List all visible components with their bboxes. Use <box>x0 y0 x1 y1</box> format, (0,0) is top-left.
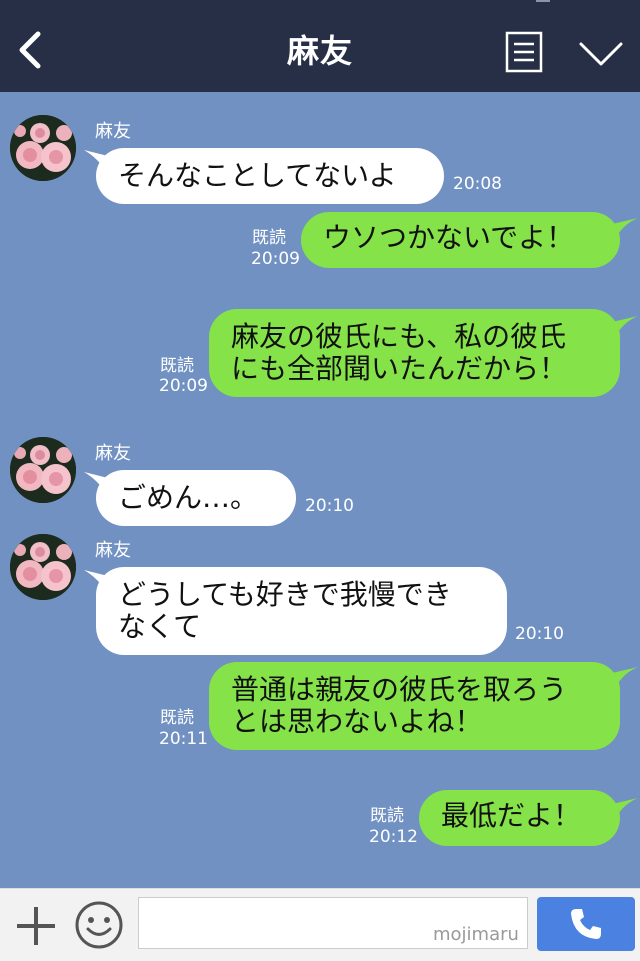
message-time: 20:12 <box>369 827 418 847</box>
message-line: 最低だよ！ <box>441 799 582 832</box>
message-time: 20:10 <box>515 624 564 644</box>
message-bubble[interactable]: ウソつかないでよ！ <box>301 212 620 268</box>
message-bubble[interactable]: 最低だよ！ <box>419 790 620 846</box>
rose-avatar-icon <box>10 437 76 503</box>
message-bubble[interactable]: そんなことしてないよ <box>96 148 444 204</box>
read-receipt: 既読 <box>370 806 404 826</box>
chat-header: 麻友 <box>0 0 640 92</box>
call-button[interactable] <box>537 897 635 951</box>
smile-icon[interactable] <box>74 900 124 950</box>
message-time: 20:11 <box>159 729 208 749</box>
message-bubble[interactable]: ごめん…。 <box>96 470 296 526</box>
plus-icon[interactable] <box>14 904 58 948</box>
message-time: 20:10 <box>305 496 354 516</box>
message-line: ごめん…。 <box>118 481 259 514</box>
phone-icon <box>571 909 601 939</box>
read-receipt: 既読 <box>252 228 286 248</box>
sender-name: 麻友 <box>95 443 131 464</box>
chevron-down-icon[interactable] <box>578 40 624 68</box>
sender-name: 麻友 <box>95 121 131 142</box>
message-bubble[interactable]: どうしても好きで我慢でき なくて <box>96 567 507 655</box>
avatar[interactable] <box>10 534 76 600</box>
message-time: 20:08 <box>453 174 502 194</box>
message-time: 20:09 <box>251 249 300 269</box>
message-bubble[interactable]: 麻友の彼氏にも、私の彼氏 にも全部聞いたんだから！ <box>209 309 620 397</box>
sender-name: 麻友 <box>95 540 131 561</box>
message-line: どうしても好きで我慢でき <box>118 578 452 611</box>
message-line: とは思わないよね！ <box>231 705 483 738</box>
read-receipt: 既読 <box>160 356 194 376</box>
read-receipt: 既読 <box>160 708 194 728</box>
rose-avatar-icon <box>10 534 76 600</box>
status-indicator-icon <box>536 0 550 2</box>
avatar[interactable] <box>10 115 76 181</box>
menu-list-icon[interactable] <box>505 31 543 73</box>
chat-title: 麻友 <box>286 32 353 70</box>
avatar[interactable] <box>10 437 76 503</box>
rose-avatar-icon <box>10 115 76 181</box>
message-line: にも全部聞いたんだから！ <box>231 352 568 385</box>
message-line: なくて <box>118 610 202 643</box>
message-line: 普通は親友の彼氏を取ろう <box>231 673 568 706</box>
message-line: 麻友の彼氏にも、私の彼氏 <box>231 320 567 353</box>
message-list[interactable]: 麻友 そんなことしてないよ 20:08 既読 20:09 ウソつかないでよ！ 既… <box>0 92 640 888</box>
message-time: 20:09 <box>159 376 208 396</box>
watermark: mojimaru <box>433 924 519 945</box>
message-bubble[interactable]: 普通は親友の彼氏を取ろう とは思わないよね！ <box>209 662 620 750</box>
message-line: そんなことしてないよ <box>118 159 397 192</box>
message-line: ウソつかないでよ！ <box>323 221 575 254</box>
